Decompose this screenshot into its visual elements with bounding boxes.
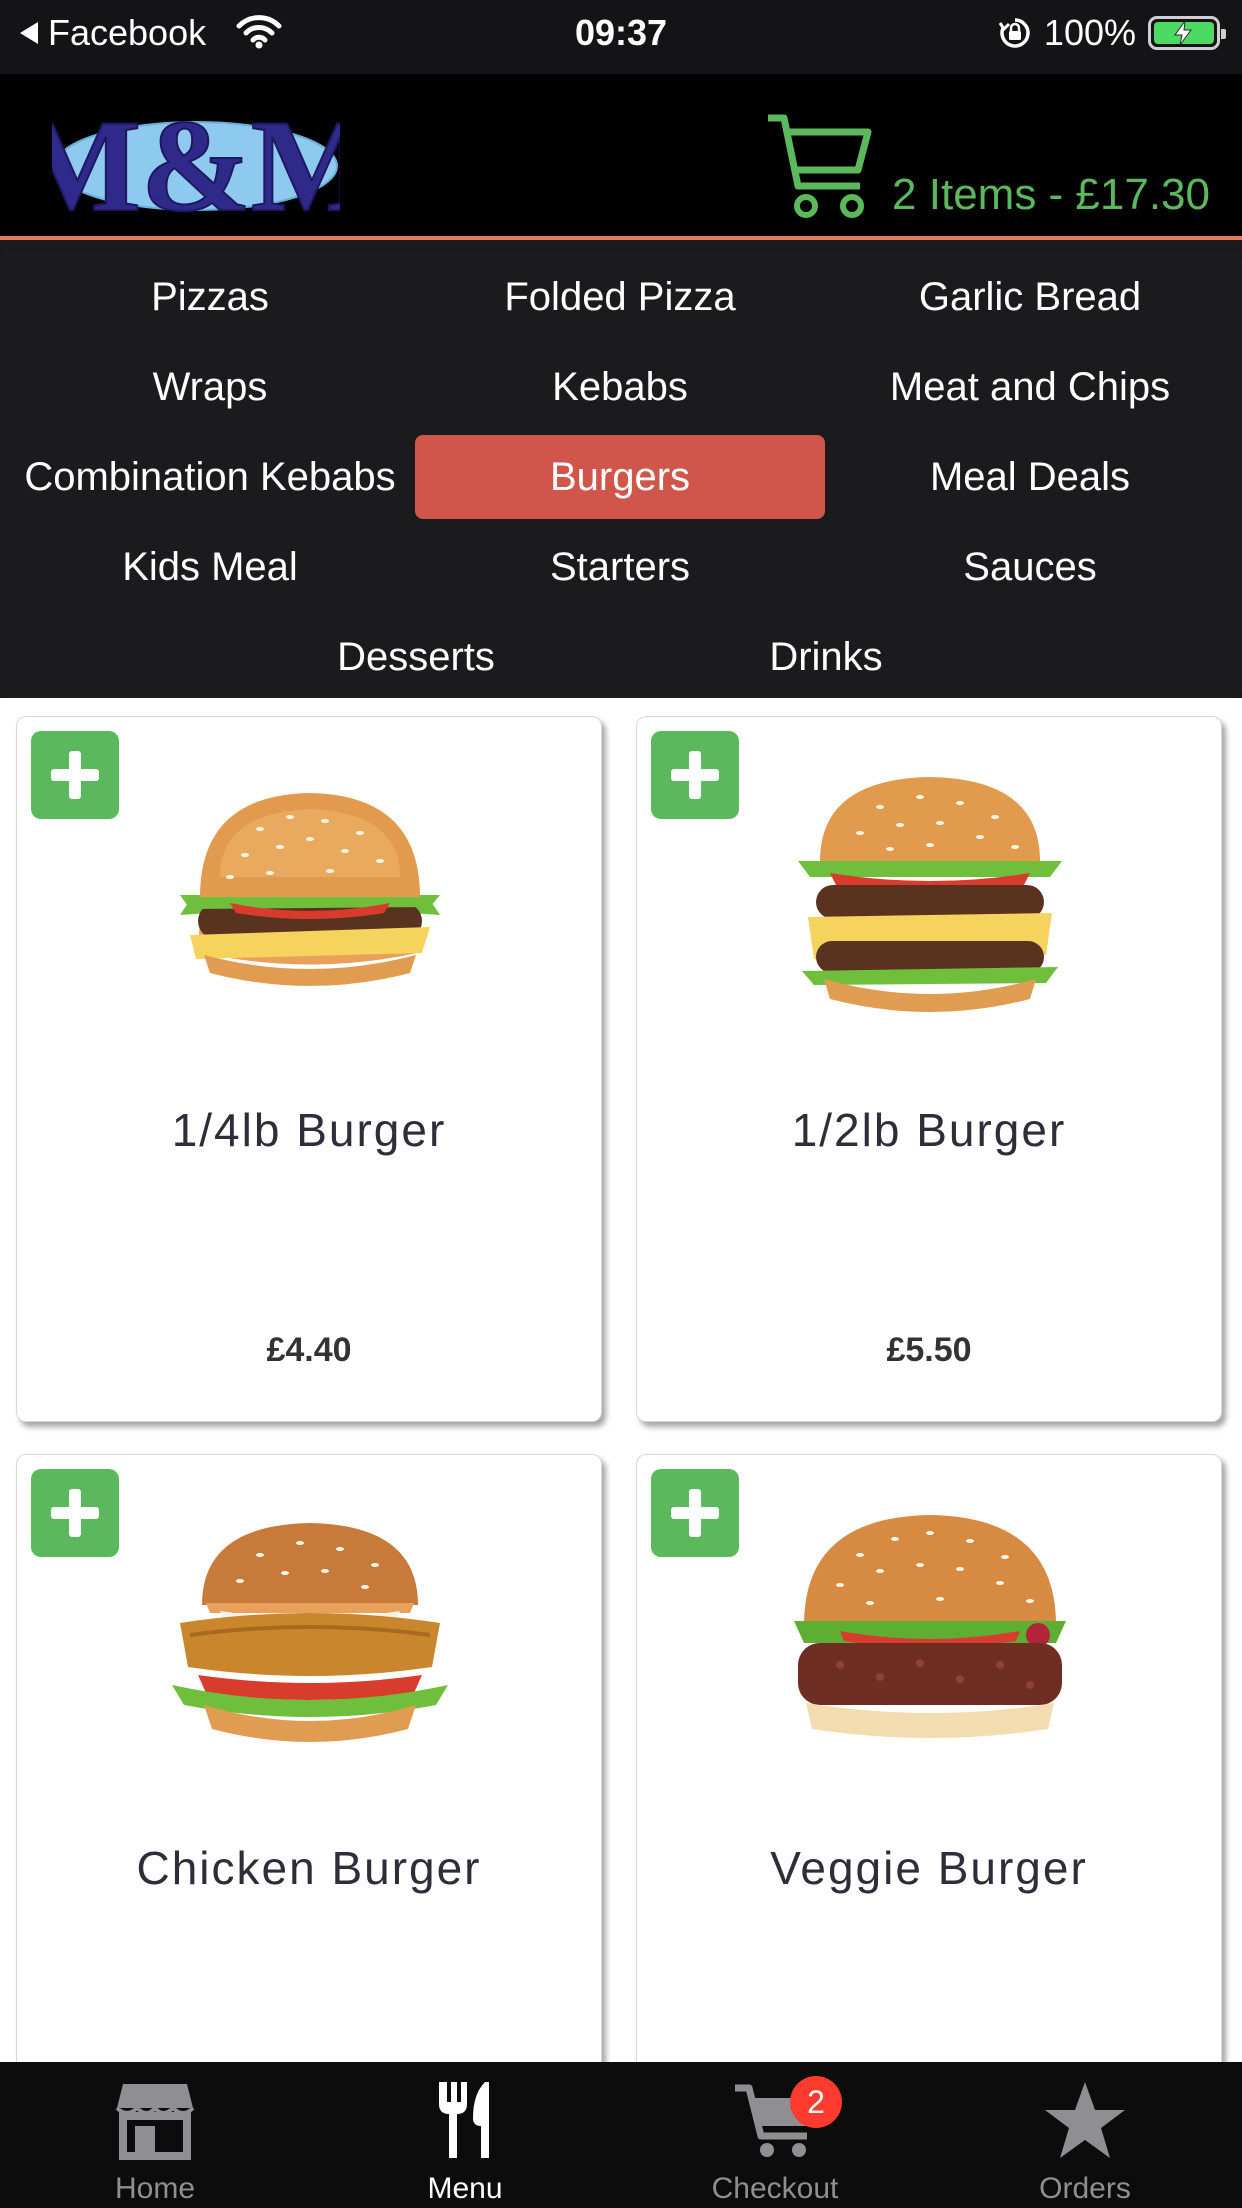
category-garlic-bread[interactable]: Garlic Bread [825, 255, 1235, 339]
tab-home[interactable]: Home [0, 2062, 310, 2208]
status-bar: Facebook 09:37 100% [0, 0, 1242, 74]
category-pizzas[interactable]: Pizzas [5, 255, 415, 339]
cart-summary[interactable]: 2 Items - £17.30 [892, 170, 1210, 220]
double-patty-burger-image [798, 777, 1062, 1012]
tab-menu-label: Menu [427, 2172, 503, 2205]
tab-orders-label: Orders [1039, 2172, 1131, 2205]
battery-icon [1148, 16, 1226, 50]
category-folded-pizza[interactable]: Folded Pizza [415, 255, 825, 339]
add-to-cart-button[interactable] [31, 1469, 119, 1557]
tab-home-label: Home [114, 2172, 196, 2205]
mm-logo: M&M [52, 104, 340, 222]
add-to-cart-button[interactable] [31, 731, 119, 819]
tab-menu[interactable]: Menu [310, 2062, 620, 2208]
veggie-burger-image [794, 1515, 1066, 1738]
category-wraps[interactable]: Wraps [5, 345, 415, 429]
tab-checkout[interactable]: 2 Checkout [620, 2062, 930, 2208]
single-patty-burger-image [180, 793, 440, 986]
category-meal-deals[interactable]: Meal Deals [825, 435, 1235, 519]
product-name: Chicken Burger [136, 1842, 482, 1894]
category-drinks[interactable]: Drinks [621, 615, 1031, 699]
store-icon [115, 2084, 195, 2160]
category-desserts[interactable]: Desserts [211, 615, 621, 699]
category-meat-and-chips[interactable]: Meat and Chips [825, 345, 1235, 429]
product-grid: 1/4lb Burger £4.40 1/2lb Burger £5.50 Ch… [0, 698, 1242, 2062]
product-card[interactable]: 1/4lb Burger £4.40 [16, 716, 602, 1422]
orientation-lock-icon [998, 18, 1030, 48]
app-header: M&M 2 Items - £17.30 [0, 74, 1242, 240]
chicken-burger-image [172, 1523, 448, 1742]
logo-text: M&M [52, 104, 340, 222]
product-card[interactable]: Veggie Burger [636, 1454, 1222, 2062]
product-name: 1/2lb Burger [791, 1104, 1067, 1156]
add-to-cart-button[interactable] [651, 731, 739, 819]
product-price: £4.40 [266, 1331, 352, 1369]
header-cart-icon[interactable] [764, 110, 874, 220]
category-kids-meal[interactable]: Kids Meal [5, 525, 415, 609]
checkout-badge: 2 [790, 2076, 842, 2128]
add-to-cart-button[interactable] [651, 1469, 739, 1557]
battery-percent: 100% [1043, 12, 1136, 53]
tab-checkout-label: Checkout [711, 2172, 839, 2205]
product-name: Veggie Burger [770, 1842, 1088, 1894]
category-menu: Pizzas Folded Pizza Garlic Bread Wraps K… [0, 250, 1242, 698]
product-name: 1/4lb Burger [171, 1104, 447, 1156]
product-card[interactable]: 1/2lb Burger £5.50 [636, 716, 1222, 1422]
product-price: £5.50 [886, 1331, 972, 1369]
category-sauces[interactable]: Sauces [825, 525, 1235, 609]
tab-bar: Home Menu 2 Checkout Orders [0, 2062, 1242, 2208]
star-icon [1045, 2082, 1125, 2158]
category-starters[interactable]: Starters [415, 525, 825, 609]
category-kebabs[interactable]: Kebabs [415, 345, 825, 429]
cutlery-icon [439, 2082, 489, 2158]
product-card[interactable]: Chicken Burger [16, 1454, 602, 2062]
category-burgers[interactable]: Burgers [415, 435, 825, 519]
category-combination-kebabs[interactable]: Combination Kebabs [5, 435, 415, 519]
tab-orders[interactable]: Orders [930, 2062, 1240, 2208]
